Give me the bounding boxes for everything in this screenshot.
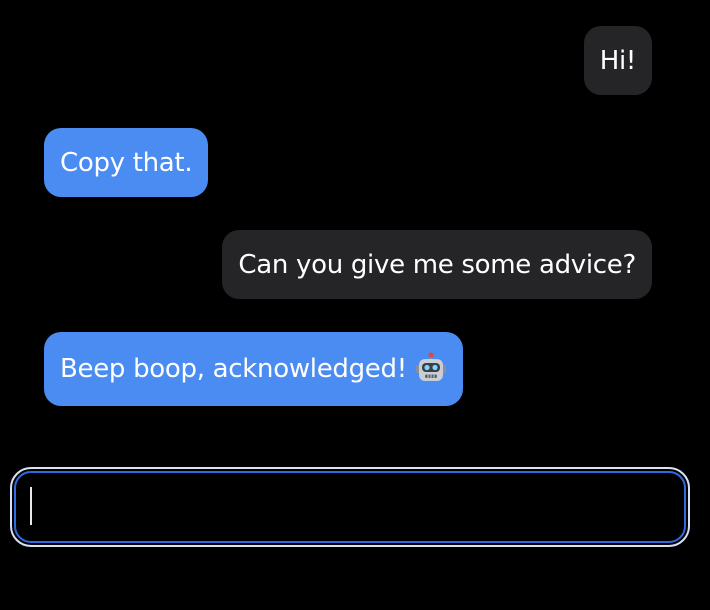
user-message-bubble: Hi!: [583, 26, 652, 95]
robot-face-icon: [415, 352, 447, 384]
chat-log: Hi! Copy that. Can you give me some advi…: [0, 0, 710, 440]
bot-message-bubble: Copy that.: [44, 128, 209, 197]
bot-message-text: Beep boop, acknowledged!: [60, 354, 407, 384]
bot-message-bubble: Beep boop, acknowledged!: [44, 332, 463, 406]
message-input[interactable]: [26, 479, 666, 531]
message-composer[interactable]: [10, 467, 690, 547]
text-caret: [30, 487, 32, 525]
user-message-bubble: Can you give me some advice?: [222, 230, 652, 299]
